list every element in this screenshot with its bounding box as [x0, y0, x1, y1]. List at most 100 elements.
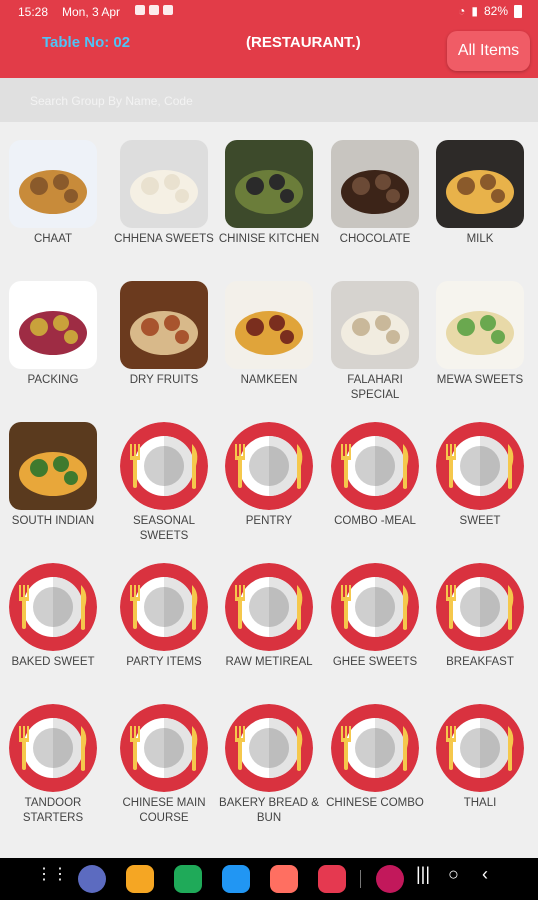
group-label: CHINISE KITCHEN	[218, 233, 320, 245]
plate-icon	[436, 422, 524, 510]
group-label: DRY FRUITS	[129, 374, 199, 386]
files-app-icon[interactable]	[126, 865, 154, 893]
group-label: NAMKEEN	[240, 374, 298, 386]
table-number: Table No: 02	[42, 34, 131, 51]
group-tile[interactable]: CHHENA SWEETS	[111, 122, 217, 262]
group-tile[interactable]: SWEET	[427, 404, 533, 544]
group-tile[interactable]: BREAKFAST	[427, 545, 533, 685]
group-tile[interactable]: NAMKEEN	[216, 263, 322, 403]
namkeen-image	[225, 281, 313, 369]
mail-icon	[163, 5, 173, 15]
notification-icons	[135, 5, 173, 15]
group-label: MILK	[466, 233, 494, 245]
app-bar: Table No: 02 (RESTAURANT.) All Items	[0, 24, 538, 78]
battery-percent: 82%	[483, 4, 508, 18]
group-label: CHOCOLATE	[339, 233, 411, 245]
group-tile[interactable]: CHINESE MAIN COURSE	[111, 686, 217, 826]
plate-icon	[120, 422, 208, 510]
plate-icon	[120, 563, 208, 651]
group-label: THALI	[463, 797, 497, 809]
app-drawer-icon[interactable]: ⋮⋮	[36, 864, 68, 884]
group-label: SEASONAL SWEETS	[133, 515, 195, 542]
contacts-app-icon[interactable]	[270, 865, 298, 893]
chinise-kitchen-image	[225, 140, 313, 228]
search-bar	[0, 78, 538, 122]
navigation-bar: ⋮⋮ ||| ○ ‹	[0, 858, 538, 900]
group-tile[interactable]: THALI	[427, 686, 533, 826]
falahari-image	[331, 281, 419, 369]
group-label: PACKING	[27, 374, 79, 386]
plate-icon	[436, 704, 524, 792]
group-label: PARTY ITEMS	[126, 656, 202, 668]
group-tile[interactable]: PACKING	[0, 263, 106, 403]
phone-app-icon[interactable]	[174, 865, 202, 893]
group-tile[interactable]: BAKERY BREAD & Bun	[216, 686, 322, 826]
nav-divider	[360, 870, 361, 888]
chaat-image	[9, 140, 97, 228]
page-title: (RESTAURANT.)	[246, 34, 361, 51]
home-icon[interactable]: ○	[448, 864, 459, 885]
group-tile[interactable]: MILK	[427, 122, 533, 262]
group-label: SOUTH INDIAN	[11, 515, 95, 527]
status-date: Mon, 3 Apr	[62, 5, 121, 19]
group-tile[interactable]: DRY FRUITS	[111, 263, 217, 403]
status-bar: 15:28 Mon, 3 Apr ◔ ▮ 82%	[0, 0, 538, 24]
plate-icon	[331, 422, 419, 510]
messages-app-icon[interactable]	[222, 865, 250, 893]
chocolate-image	[331, 140, 419, 228]
group-label: PENTRY	[245, 515, 293, 527]
plate-icon	[9, 704, 97, 792]
south-indian-image	[9, 422, 97, 510]
group-label: MEWA SWEETS	[436, 374, 524, 386]
recents-icon[interactable]: |||	[416, 864, 430, 885]
packing-image	[9, 281, 97, 369]
gallery-icon	[135, 5, 145, 15]
chhena-sweets-image	[120, 140, 208, 228]
plate-icon	[225, 422, 313, 510]
group-tile[interactable]: PARTY ITEMS	[111, 545, 217, 685]
group-tile[interactable]: BAKED SWEET	[0, 545, 106, 685]
group-tile[interactable]: GHEE SWEETS	[322, 545, 428, 685]
group-label: CHAAT	[33, 233, 73, 245]
plate-icon	[225, 704, 313, 792]
group-tile[interactable]: CHOCOLATE	[322, 122, 428, 262]
group-label: CHINESE MAIN COURSE	[122, 797, 206, 824]
group-tile[interactable]: MEWA SWEETS	[427, 263, 533, 403]
camera-app-icon[interactable]	[318, 865, 346, 893]
group-label: GHEE SWEETS	[332, 656, 418, 668]
group-tile[interactable]: CHINESE COMBO	[322, 686, 428, 826]
flower-app-icon[interactable]	[376, 865, 404, 893]
group-label: TANDOOR STARTERS	[22, 797, 84, 824]
group-label: RAW METIREAL	[225, 656, 313, 668]
group-label: BREAKFAST	[446, 656, 514, 668]
plate-icon	[9, 563, 97, 651]
group-tile[interactable]: TANDOOR STARTERS	[0, 686, 106, 826]
back-icon[interactable]: ‹	[482, 864, 488, 885]
group-label: BAKED SWEET	[11, 656, 95, 668]
internet-app-icon[interactable]	[78, 865, 106, 893]
group-tile[interactable]: SEASONAL SWEETS	[111, 404, 217, 544]
group-tile[interactable]: CHAAT	[0, 122, 106, 262]
group-tile[interactable]: CHINISE KITCHEN	[216, 122, 322, 262]
plate-icon	[120, 704, 208, 792]
warning-icon	[149, 5, 159, 15]
group-label: FALAHARI SPECIAL	[347, 374, 403, 401]
status-time: 15:28	[18, 5, 49, 19]
dry-fruits-image	[120, 281, 208, 369]
group-label: BAKERY BREAD & Bun	[219, 797, 319, 824]
group-label: CHHENA SWEETS	[114, 233, 214, 245]
wifi-icon: ◔	[458, 4, 466, 18]
plate-icon	[436, 563, 524, 651]
mewa-sweets-image	[436, 281, 524, 369]
all-items-button[interactable]: All Items	[447, 31, 530, 71]
plate-icon	[331, 563, 419, 651]
battery-icon	[514, 4, 522, 18]
milk-image	[436, 140, 524, 228]
group-tile[interactable]: PENTRY	[216, 404, 322, 544]
search-input[interactable]	[28, 88, 512, 114]
group-tile[interactable]: RAW METIREAL	[216, 545, 322, 685]
group-tile[interactable]: FALAHARI SPECIAL	[322, 263, 428, 403]
group-tile[interactable]: SOUTH INDIAN	[0, 404, 106, 544]
plate-icon	[225, 563, 313, 651]
group-tile[interactable]: COMBO -MEAL	[322, 404, 428, 544]
